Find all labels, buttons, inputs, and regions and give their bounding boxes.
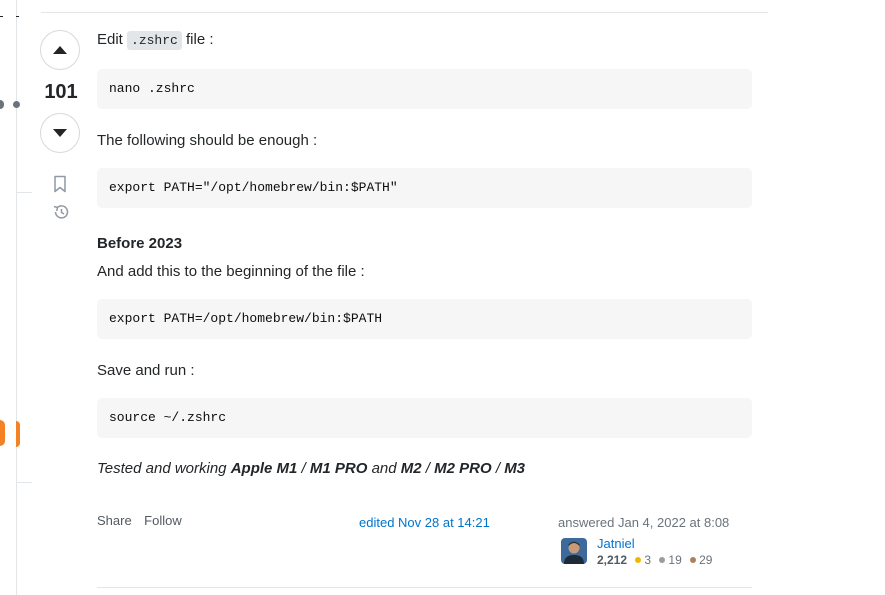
chip-name: M2 PRO [434,460,492,477]
sidebar-tick [0,16,3,17]
edited-link[interactable]: edited Nov 28 at 14:21 [359,515,490,530]
answer-body: Edit .zshrc file : nano .zshrc The follo… [97,30,752,479]
code-line: export PATH=/opt/homebrew/bin:$PATH [109,311,383,326]
sidebar-orange-tab[interactable] [0,420,5,446]
avatar-image [561,538,587,564]
inline-code: .zshrc [127,31,182,50]
chip-name: M3 [504,460,526,477]
tested-paragraph: Tested and working Apple M1 / M1 PRO and… [97,459,752,479]
sidebar-dot [0,100,4,109]
reputation-line: 2,212 3 19 29 [597,552,712,569]
user-row: Jatniel 2,212 3 19 29 [558,535,729,569]
bronze-badge-icon [690,557,697,564]
code-block: export PATH=/opt/homebrew/bin:$PATH [97,299,752,339]
separator: / [491,460,505,477]
code-block: nano .zshrc [97,69,752,109]
code-line: nano .zshrc [109,81,195,96]
rail-accent [16,421,20,447]
user-card: answered Jan 4, 2022 at 8:08 Jatniel 2,2… [558,515,729,569]
section-heading: Before 2023 [97,235,183,252]
downvote-button[interactable] [40,113,80,153]
code-line: export PATH="/opt/homebrew/bin:$PATH" [109,180,398,195]
reputation-score: 2,212 [597,553,628,567]
answered-time: answered Jan 4, 2022 at 8:08 [558,515,730,530]
code-block: source ~/.zshrc [97,398,752,438]
bottom-divider [97,587,752,588]
tested-prefix: Tested and working [97,460,231,477]
code-line: source ~/.zshrc [109,410,227,425]
user-name[interactable]: Jatniel [597,535,712,552]
bookmark-icon[interactable] [52,175,68,193]
rail-divider [16,192,32,193]
silver-badge-count: 19 [668,553,682,567]
vote-column: 101 [40,30,82,221]
left-sidebar [0,0,16,595]
paragraph: And add this to the beginning of the fil… [97,263,365,280]
chip-name: Apple M1 [230,460,298,477]
follow-link[interactable]: Follow [144,513,182,528]
chip-name: M1 PRO [309,460,368,477]
post-meta: Share Follow edited Nov 28 at 14:21 answ… [97,512,752,572]
paragraph: The following should be enough : [97,132,318,149]
left-sidebar-edge [13,0,32,595]
gold-badge-count: 3 [644,553,652,567]
vote-count: 101 [44,81,78,103]
paragraph: Save and run : [97,362,195,379]
avatar[interactable] [561,538,587,564]
history-icon[interactable] [52,203,70,221]
gold-badge-icon [635,557,642,564]
intro-text-before: Edit [97,31,128,48]
triangle-down-icon [53,129,67,137]
separator: and [367,460,401,477]
upvote-button[interactable] [40,30,80,70]
separator: / [421,460,435,477]
top-divider [41,12,768,13]
intro-text-after: file : [181,31,214,48]
chip-name: M2 [400,460,422,477]
rail-tick [16,16,19,17]
code-block: export PATH="/opt/homebrew/bin:$PATH" [97,168,752,208]
triangle-up-icon [53,46,67,54]
silver-badge-icon [659,557,666,564]
bronze-badge-count: 29 [699,553,713,567]
separator: / [297,460,310,477]
share-link[interactable]: Share [97,513,132,528]
intro-paragraph: Edit .zshrc file : [97,30,752,51]
rail-divider [16,482,32,483]
